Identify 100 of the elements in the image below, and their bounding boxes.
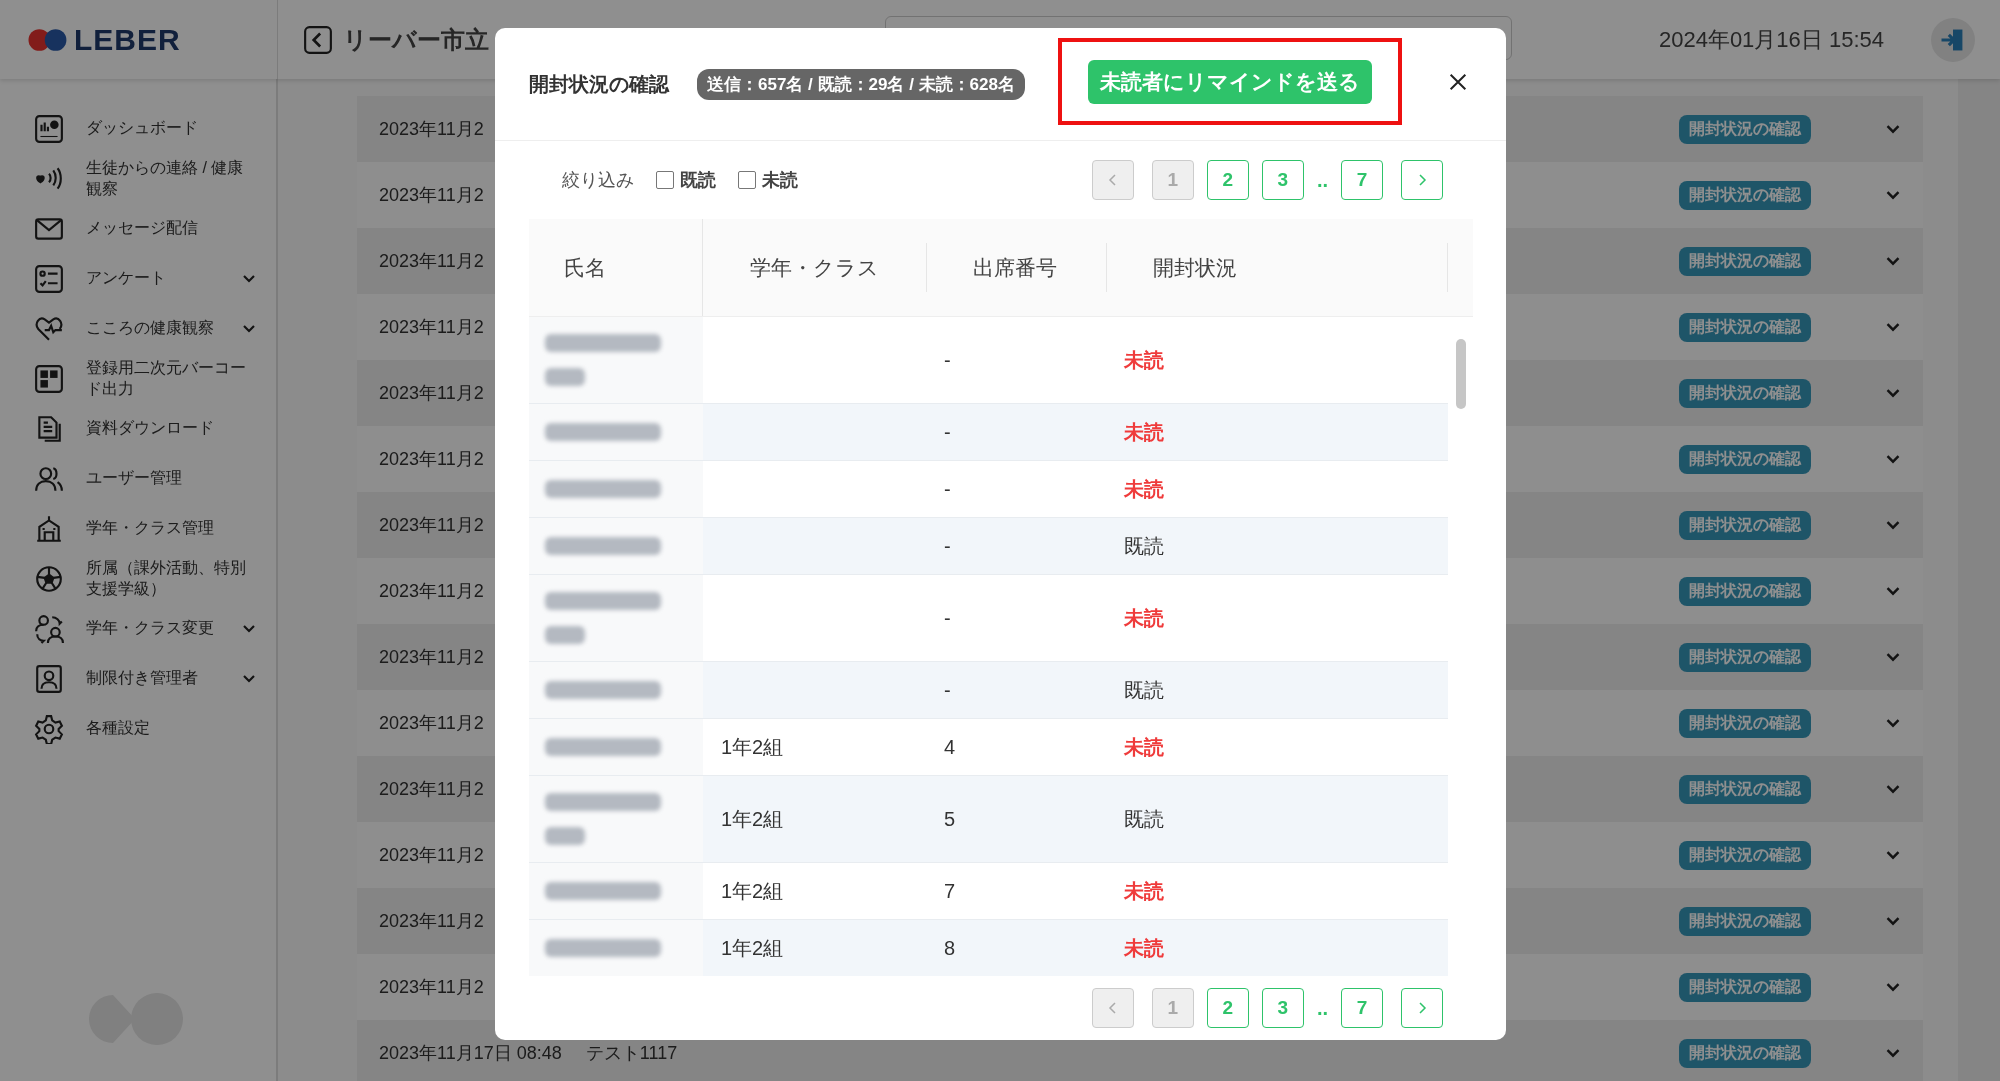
chevron-left-icon [1106, 1000, 1119, 1016]
open-status-button[interactable]: 開封状況の確認 [1679, 708, 1811, 738]
attendance-number: 8 [944, 936, 956, 960]
open-status-button[interactable]: 開封状況の確認 [1679, 180, 1811, 210]
checkbox[interactable] [738, 171, 756, 189]
sidebar-item[interactable]: 学年・クラス管理 [0, 506, 276, 551]
chevron-down-icon[interactable] [1885, 255, 1901, 267]
open-status-button[interactable]: 開封状況の確認 [1679, 246, 1811, 276]
row-date: 2023年11月2 [379, 448, 484, 471]
sidebar-item[interactable]: こころの健康観察 [0, 306, 276, 351]
row-date: 2023年11月17日 08:48 [379, 1042, 562, 1065]
attendance-number: - [944, 606, 951, 630]
row-date: 2023年11月2 [379, 514, 484, 537]
logout-icon[interactable] [1930, 16, 1976, 63]
sidebar-item[interactable]: 生徒からの連絡 / 健康観察 [0, 156, 276, 201]
column-header: 開封状況 [1107, 243, 1448, 292]
read-status: 未読 [1124, 347, 1164, 373]
chevron-down-icon[interactable] [1885, 387, 1901, 399]
read-status: 未読 [1124, 476, 1164, 502]
grade-class: 1年2組 [721, 935, 784, 961]
chevron-down-icon[interactable] [1885, 189, 1901, 201]
page-button[interactable]: 1 [1151, 988, 1194, 1028]
read-status: 未読 [1124, 935, 1164, 961]
open-status-button[interactable]: 開封状況の確認 [1679, 312, 1811, 342]
sidebar-item[interactable]: ダッシュボード [0, 106, 276, 151]
open-status-button[interactable]: 開封状況の確認 [1679, 576, 1811, 606]
chevron-right-icon [1416, 1000, 1428, 1016]
chevron-right-icon [1416, 172, 1428, 188]
chevron-down-icon[interactable] [1885, 123, 1901, 135]
row-date: 2023年11月2 [379, 184, 484, 207]
read-status: 既読 [1124, 533, 1164, 559]
column-header: 学年・クラス [703, 243, 927, 292]
filter-checkbox[interactable]: 既読 [656, 168, 716, 192]
row-date: 2023年11月2 [379, 976, 484, 999]
chevron-down-icon[interactable] [1885, 1047, 1901, 1059]
page-button[interactable]: 3 [1261, 160, 1304, 200]
read-status: 既読 [1124, 806, 1164, 832]
chevron-down-icon[interactable] [1885, 981, 1901, 993]
sidebar-item[interactable]: 資料ダウンロード [0, 406, 276, 451]
row-date: 2023年11月2 [379, 646, 484, 669]
row-title: テスト1117 [585, 1042, 678, 1065]
page-button[interactable]: 2 [1206, 988, 1249, 1028]
ball-icon [34, 563, 64, 594]
open-status-button[interactable]: 開封状況の確認 [1679, 972, 1811, 1002]
dialog-title: 開封状況の確認 [529, 71, 669, 97]
open-status-button[interactable]: 開封状況の確認 [1679, 1038, 1811, 1068]
open-status-button[interactable]: 開封状況の確認 [1679, 510, 1811, 540]
open-status-button[interactable]: 開封状況の確認 [1679, 774, 1811, 804]
grade-class: 1年2組 [721, 734, 784, 760]
open-status-button[interactable]: 開封状況の確認 [1679, 906, 1811, 936]
open-status-button[interactable]: 開封状況の確認 [1679, 114, 1811, 144]
chevron-down-icon[interactable] [1885, 651, 1901, 663]
page-button[interactable]: 7 [1341, 160, 1383, 200]
page-title: リーバー市立 [343, 24, 489, 55]
sidebar-item[interactable]: 所属（課外活動、特別支援学級） [0, 556, 276, 601]
open-status-button[interactable]: 開封状況の確認 [1679, 840, 1811, 870]
page-ellipsis: .. [1316, 996, 1328, 1020]
filter-checkbox[interactable]: 未読 [738, 168, 798, 192]
date-time: 2024年01月16日 15:54 [1658, 25, 1884, 54]
chevron-down-icon[interactable] [1885, 321, 1901, 333]
row-date: 2023年11月2 [379, 910, 484, 933]
sidebar-item[interactable]: 各種設定 [0, 706, 276, 751]
column-header: 氏名 [529, 219, 703, 316]
chevron-down-icon[interactable] [1885, 783, 1901, 795]
sidebar-item[interactable]: 学年・クラス変更 [0, 606, 276, 651]
row-date: 2023年11月2 [379, 382, 484, 405]
back-icon[interactable] [303, 24, 333, 55]
page-button[interactable]: 3 [1261, 988, 1304, 1028]
chevron-left-icon [1106, 172, 1119, 188]
chevron-down-icon[interactable] [1885, 915, 1901, 927]
page-button[interactable]: 7 [1341, 988, 1383, 1028]
sidebar-item[interactable]: 制限付き管理者 [0, 656, 276, 701]
close-icon[interactable] [1447, 71, 1469, 93]
open-status-button[interactable]: 開封状況の確認 [1679, 378, 1811, 408]
read-status: 既読 [1124, 677, 1164, 703]
scrollbar-thumb[interactable] [1455, 339, 1466, 409]
read-status: 未読 [1124, 419, 1164, 445]
row-date: 2023年11月2 [379, 844, 484, 867]
row-date: 2023年11月2 [379, 316, 484, 339]
page-button[interactable]: 2 [1206, 160, 1249, 200]
sidebar-item[interactable]: メッセージ配信 [0, 206, 276, 251]
chevron-down-icon[interactable] [1885, 717, 1901, 729]
column-header: 出席番号 [927, 243, 1107, 292]
chevron-down-icon[interactable] [1885, 519, 1901, 531]
sidebar-item[interactable]: ユーザー管理 [0, 456, 276, 501]
page-button[interactable]: 1 [1151, 160, 1194, 200]
row-date: 2023年11月2 [379, 250, 484, 273]
checkbox[interactable] [656, 171, 674, 189]
chevron-down-icon[interactable] [1885, 453, 1901, 465]
attendance-number: - [944, 534, 951, 558]
sidebar-item[interactable]: 登録用二次元バーコード出力 [0, 356, 276, 401]
attendance-number: - [944, 348, 951, 372]
chevron-down-icon[interactable] [1885, 849, 1901, 861]
sidebar-item[interactable]: アンケート [0, 256, 276, 301]
open-status-button[interactable]: 開封状況の確認 [1679, 444, 1811, 474]
attendance-number: - [944, 420, 951, 444]
remind-button[interactable]: 未読者にリマインドを送る [1088, 59, 1372, 104]
open-status-button[interactable]: 開封状況の確認 [1679, 642, 1811, 672]
grid-code-icon [34, 363, 64, 394]
chevron-down-icon[interactable] [1885, 585, 1901, 597]
